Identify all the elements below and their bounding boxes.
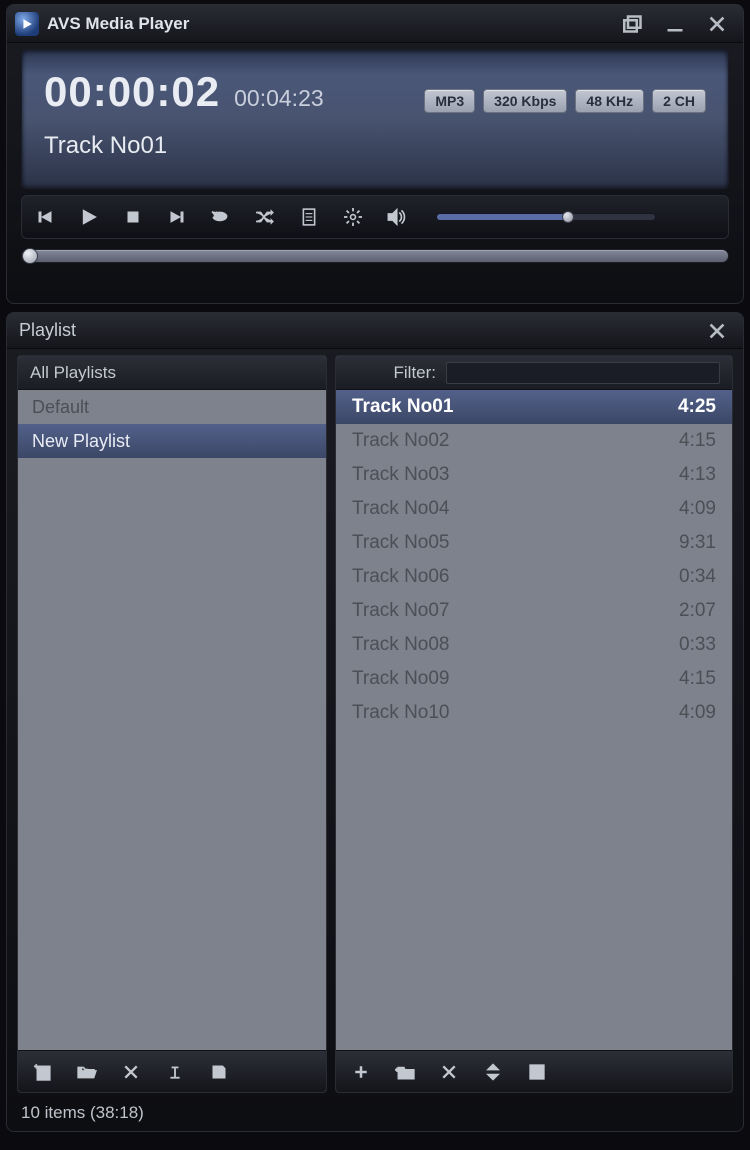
track-duration: 4:13	[679, 464, 716, 486]
transport-controls	[21, 195, 729, 239]
settings-button[interactable]	[342, 206, 364, 228]
playlist-close-button[interactable]	[703, 320, 731, 342]
elapsed-time[interactable]: 00:00:02	[44, 68, 220, 116]
total-time: 00:04:23	[234, 85, 324, 112]
track-name: Track No04	[352, 498, 450, 520]
track-name: Track No01	[352, 396, 453, 418]
play-button[interactable]	[78, 206, 100, 228]
track-row[interactable]: Track No09 4:15	[336, 662, 732, 696]
track-row[interactable]: Track No02 4:15	[336, 424, 732, 458]
app-title: AVS Media Player	[47, 14, 189, 34]
status-bar: 10 items (38:18)	[7, 1097, 743, 1131]
now-playing-title: Track No01	[44, 132, 706, 160]
track-name: Track No05	[352, 532, 450, 554]
minimize-button[interactable]	[661, 13, 689, 35]
playlist-window: Playlist All Playlists DefaultNew Playli…	[6, 312, 744, 1132]
add-folder-button[interactable]	[394, 1061, 416, 1083]
track-name: Track No02	[352, 430, 450, 452]
prev-button[interactable]	[34, 206, 56, 228]
volume-icon[interactable]	[386, 206, 408, 228]
playlist-item[interactable]: New Playlist	[18, 424, 326, 458]
repeat-button[interactable]	[210, 206, 232, 228]
save-playlist-button[interactable]	[208, 1061, 230, 1083]
track-duration: 9:31	[679, 532, 716, 554]
open-playlist-button[interactable]	[76, 1061, 98, 1083]
volume-slider[interactable]	[436, 213, 656, 221]
track-duration: 0:34	[679, 566, 716, 588]
titlebar[interactable]: AVS Media Player	[7, 5, 743, 43]
track-duration: 4:09	[679, 702, 716, 724]
track-name: Track No06	[352, 566, 450, 588]
format-badge: 320 Kbps	[483, 89, 567, 113]
move-track-button[interactable]	[482, 1061, 504, 1083]
track-row[interactable]: Track No05 9:31	[336, 526, 732, 560]
close-button[interactable]	[703, 13, 731, 35]
remove-track-button[interactable]	[438, 1061, 460, 1083]
filter-row: Filter:	[336, 356, 732, 390]
track-info-button[interactable]	[526, 1061, 548, 1083]
track-duration: 4:25	[678, 396, 716, 418]
track-duration: 4:15	[679, 668, 716, 690]
track-row[interactable]: Track No03 4:13	[336, 458, 732, 492]
track-name: Track No10	[352, 702, 450, 724]
track-name: Track No08	[352, 634, 450, 656]
next-button[interactable]	[166, 206, 188, 228]
format-badge: 48 KHz	[575, 89, 644, 113]
playlists-toolbar	[18, 1050, 326, 1092]
playlists-panel: All Playlists DefaultNew Playlist	[17, 355, 327, 1093]
format-badge: MP3	[424, 89, 475, 113]
format-badge: 2 CH	[652, 89, 706, 113]
tracks-panel: Filter: Track No014:25Track No024:15Trac…	[335, 355, 733, 1093]
window-buttons	[619, 13, 731, 35]
add-track-button[interactable]	[350, 1061, 372, 1083]
display-panel: 00:00:02 00:04:23 MP3320 Kbps48 KHz2 CH …	[21, 49, 729, 189]
stop-button[interactable]	[122, 206, 144, 228]
new-playlist-button[interactable]	[32, 1061, 54, 1083]
track-row[interactable]: Track No01 4:25	[336, 390, 732, 424]
track-row[interactable]: Track No04 4:09	[336, 492, 732, 526]
seek-bar[interactable]	[21, 249, 729, 263]
track-row[interactable]: Track No08 0:33	[336, 628, 732, 662]
track-row[interactable]: Track No10 4:09	[336, 696, 732, 730]
track-duration: 4:15	[679, 430, 716, 452]
track-row[interactable]: Track No07 2:07	[336, 594, 732, 628]
tracks-toolbar	[336, 1050, 732, 1092]
track-name: Track No09	[352, 668, 450, 690]
app-icon	[15, 12, 39, 36]
rename-playlist-button[interactable]	[164, 1061, 186, 1083]
playlists-header: All Playlists	[18, 356, 326, 390]
restore-button[interactable]	[619, 13, 647, 35]
playlist-title: Playlist	[19, 320, 76, 341]
track-duration: 2:07	[679, 600, 716, 622]
filter-input[interactable]	[446, 362, 720, 384]
playlist-toggle-button[interactable]	[298, 206, 320, 228]
playlist-item[interactable]: Default	[18, 390, 326, 424]
playlist-titlebar[interactable]: Playlist	[7, 313, 743, 349]
player-window: AVS Media Player 00:00:02 00:04:23 MP3 32…	[6, 4, 744, 304]
track-name: Track No07	[352, 600, 450, 622]
track-row[interactable]: Track No06 0:34	[336, 560, 732, 594]
track-duration: 4:09	[679, 498, 716, 520]
track-name: Track No03	[352, 464, 450, 486]
shuffle-button[interactable]	[254, 206, 276, 228]
filter-label: Filter:	[348, 363, 436, 383]
delete-playlist-button[interactable]	[120, 1061, 142, 1083]
track-duration: 0:33	[679, 634, 716, 656]
